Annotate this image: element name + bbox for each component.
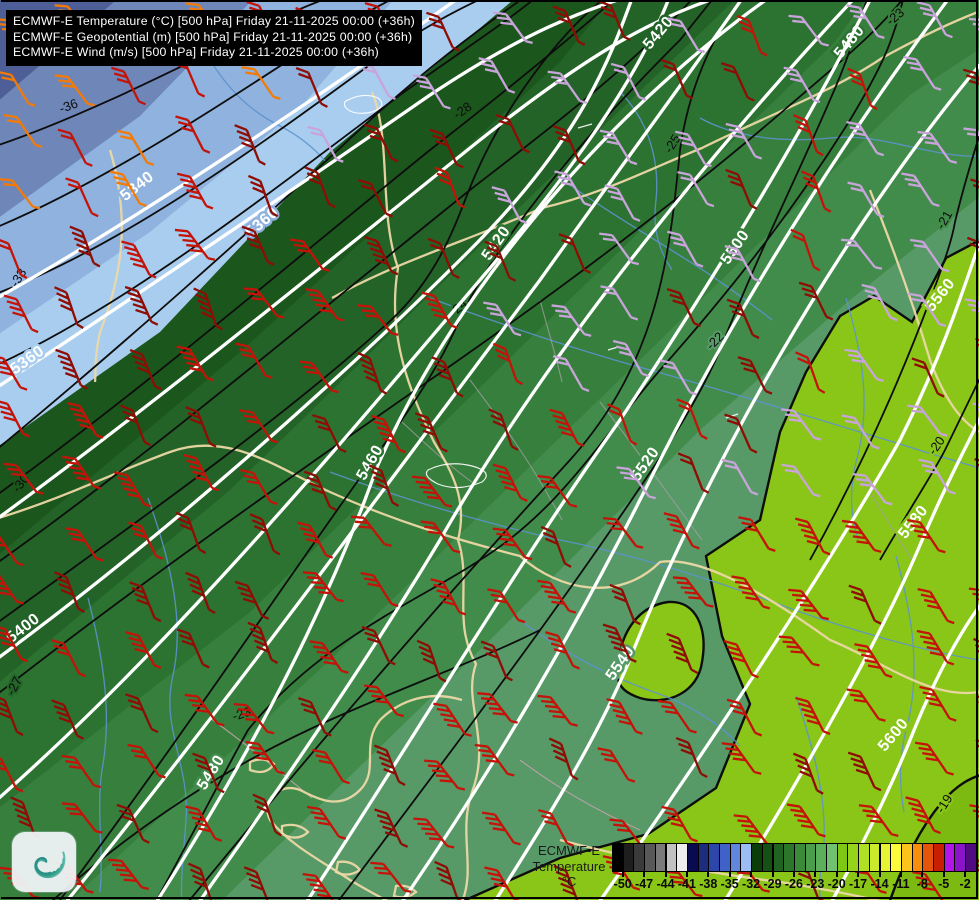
weather-map: -36-33-30-28-27-25-24-23-23-22-21-20-195… — [0, 0, 979, 900]
temperature-legend: ECMWF-E Temperature °C -50 -47 -44 -41 -38 -3… — [528, 839, 978, 897]
site-logo[interactable] — [12, 832, 76, 892]
weather-map-page: -36 -33 -30 -28 -27 -25 -24 -23 -23 -22 -21 -20 -19 5… — [0, 0, 979, 900]
header-line-geopotential: ECMWF-E Geopotential (m) [500 hPa] Frida… — [13, 29, 413, 44]
legend-tick-label: -2 — [959, 877, 971, 891]
header-line-wind: ECMWF-E Wind (m/s) [500 hPa] Friday 21-1… — [13, 45, 379, 59]
legend-colorbar: -50 -47 -44 -41 -38 -35 -32 -29 -26 -23 -20 -17 -14-… — [612, 839, 978, 897]
legend-title: ECMWF-E Temperature °C — [528, 839, 610, 897]
spiral-logo-icon — [34, 851, 66, 879]
legend-parameter: Temperature — [532, 858, 606, 874]
legend-unit: °C — [561, 874, 577, 889]
header-line-temperature: ECMWF-E Temperature (°C) [500 hPa] Frida… — [13, 14, 415, 28]
map-header: ECMWF-E Temperature (°C) [500 hPa] Frida… — [6, 10, 422, 66]
legend-model-name: ECMWF-E — [537, 843, 601, 858]
legend-color-cell — [965, 843, 977, 872]
